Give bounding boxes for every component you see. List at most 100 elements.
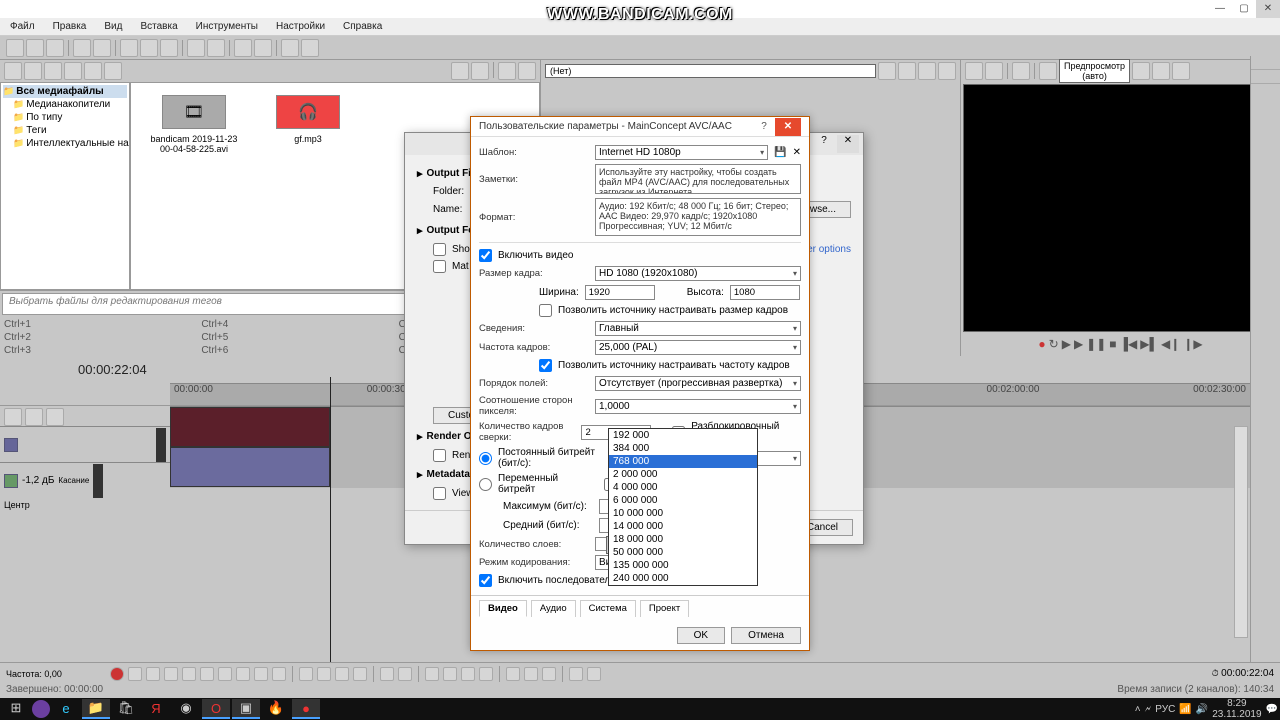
trimmer-btn1[interactable] [878, 62, 896, 80]
xtra1-icon[interactable] [234, 39, 252, 57]
tl-tool2[interactable] [25, 408, 43, 426]
bitrate-option[interactable]: 6 000 000 [609, 494, 757, 507]
allow-src-fs-check[interactable] [539, 304, 552, 317]
framesize-select[interactable]: HD 1080 (1920x1080) [595, 266, 801, 281]
fieldorder-select[interactable]: Отсутствует (прогрессивная развертка) [595, 376, 801, 391]
bitrate-option[interactable]: 768 000 [609, 455, 757, 468]
edge-icon[interactable]: e [52, 699, 80, 719]
stop-icon[interactable] [471, 62, 489, 80]
ft-tool3[interactable] [335, 667, 349, 681]
render-icon[interactable] [73, 39, 91, 57]
yandex-icon[interactable] [32, 700, 50, 718]
prev-frame-icon[interactable]: ◀❙ [1161, 337, 1180, 351]
par-select[interactable]: 1,0000 [595, 399, 801, 414]
tray-wifi-icon[interactable]: 📶 [1179, 704, 1191, 715]
tray-lang[interactable]: РУС [1155, 704, 1175, 715]
chrome-icon[interactable]: ◉ [172, 699, 200, 719]
app-icon[interactable]: 🔥 [262, 699, 290, 719]
trimmer-btn3[interactable] [918, 62, 936, 80]
pv-btn7[interactable] [1172, 62, 1190, 80]
play-start-icon[interactable]: ▶ [1062, 337, 1071, 351]
bitrate-option[interactable]: 135 000 000 [609, 559, 757, 572]
copy-icon[interactable] [140, 39, 158, 57]
expl-btn6[interactable] [104, 62, 122, 80]
new-icon[interactable] [6, 39, 24, 57]
tray-volume-icon[interactable]: 🔊 [1196, 704, 1208, 715]
tray-date[interactable]: 23.11.2019 [1212, 709, 1261, 720]
ft-tool12[interactable] [524, 667, 538, 681]
pv-btn4[interactable] [1039, 62, 1057, 80]
help-icon[interactable] [281, 39, 299, 57]
tree-item[interactable]: Медианакопители [26, 99, 110, 110]
vertical-scrollbar[interactable] [1234, 426, 1248, 638]
tab-audio[interactable]: Аудио [531, 600, 576, 617]
bitrate-option[interactable]: 2 000 000 [609, 468, 757, 481]
width-input[interactable] [585, 285, 655, 300]
tab-project[interactable]: Проект [640, 600, 689, 617]
show-check[interactable] [433, 243, 446, 256]
preview-quality-combo[interactable]: Предпросмотр (авто) [1059, 59, 1130, 83]
ft-tool2[interactable] [317, 667, 331, 681]
playhead[interactable] [330, 377, 331, 688]
redo-icon[interactable] [207, 39, 225, 57]
video-clip[interactable] [170, 407, 330, 447]
custom-close-icon[interactable]: ✕ [775, 118, 801, 136]
menu-view[interactable]: Вид [100, 19, 126, 34]
open-icon[interactable] [26, 39, 44, 57]
play-icon[interactable] [451, 62, 469, 80]
minimize-icon[interactable]: — [1208, 0, 1232, 18]
ft-playstart-icon[interactable] [146, 667, 160, 681]
ft-nextf-icon[interactable] [272, 667, 286, 681]
tree-item[interactable]: Интеллектуальные нак [26, 138, 130, 149]
expl-btn5[interactable] [84, 62, 102, 80]
ft-tool7[interactable] [425, 667, 439, 681]
expl-btn2[interactable] [24, 62, 42, 80]
ft-stop-icon[interactable] [200, 667, 214, 681]
store-icon[interactable]: 🛍 [112, 699, 140, 719]
bitrate-option[interactable]: 4 000 000 [609, 481, 757, 494]
viewall-check[interactable] [433, 487, 446, 500]
ft-tool5[interactable] [380, 667, 394, 681]
cancel-button[interactable]: Отмена [731, 627, 801, 644]
ft-start-icon[interactable] [218, 667, 232, 681]
tree-item[interactable]: Теги [26, 125, 46, 136]
delete-template-icon[interactable]: ✕ [793, 147, 801, 158]
ft-tool6[interactable] [398, 667, 412, 681]
maximize-icon[interactable]: ▢ [1232, 0, 1256, 18]
ft-loop-icon[interactable] [128, 667, 142, 681]
height-input[interactable] [730, 285, 800, 300]
stop-icon[interactable]: ■ [1109, 337, 1116, 351]
ft-play-icon[interactable] [164, 667, 178, 681]
tree-item[interactable]: По типу [26, 112, 62, 123]
menu-edit[interactable]: Правка [49, 19, 91, 34]
pv-btn2[interactable] [985, 62, 1003, 80]
cbr-radio[interactable] [479, 452, 492, 465]
web-icon[interactable] [301, 39, 319, 57]
ft-tool4[interactable] [353, 667, 367, 681]
goto-start-icon[interactable]: ▐◀ [1120, 337, 1138, 351]
ft-tool8[interactable] [443, 667, 457, 681]
video-track-header[interactable] [0, 426, 170, 462]
tl-tool1[interactable] [4, 408, 22, 426]
ok-button[interactable]: OK [677, 627, 725, 644]
tab-system[interactable]: Система [580, 600, 636, 617]
audio-clip[interactable] [170, 447, 330, 487]
expl-btn1[interactable] [4, 62, 22, 80]
menu-file[interactable]: Файл [6, 19, 39, 34]
start-icon[interactable]: ⊞ [2, 699, 30, 719]
ft-prevf-icon[interactable] [254, 667, 268, 681]
tree-root[interactable]: Все медиафайлы [16, 86, 104, 97]
ft-tool1[interactable] [299, 667, 313, 681]
bitrate-option[interactable]: 50 000 000 [609, 546, 757, 559]
menu-help[interactable]: Справка [339, 19, 386, 34]
bitrate-option[interactable]: 14 000 000 [609, 520, 757, 533]
save-icon[interactable] [46, 39, 64, 57]
template-select[interactable]: Internet HD 1080p [595, 145, 768, 160]
mat-check[interactable] [433, 260, 446, 273]
render-help-icon[interactable]: ? [813, 135, 835, 153]
vbr-radio[interactable] [479, 478, 492, 491]
renderl-check[interactable] [433, 449, 446, 462]
notes-text[interactable]: Используйте эту настройку, чтобы создать… [595, 164, 801, 194]
bitrate-option[interactable]: 10 000 000 [609, 507, 757, 520]
ft-tool13[interactable] [542, 667, 556, 681]
